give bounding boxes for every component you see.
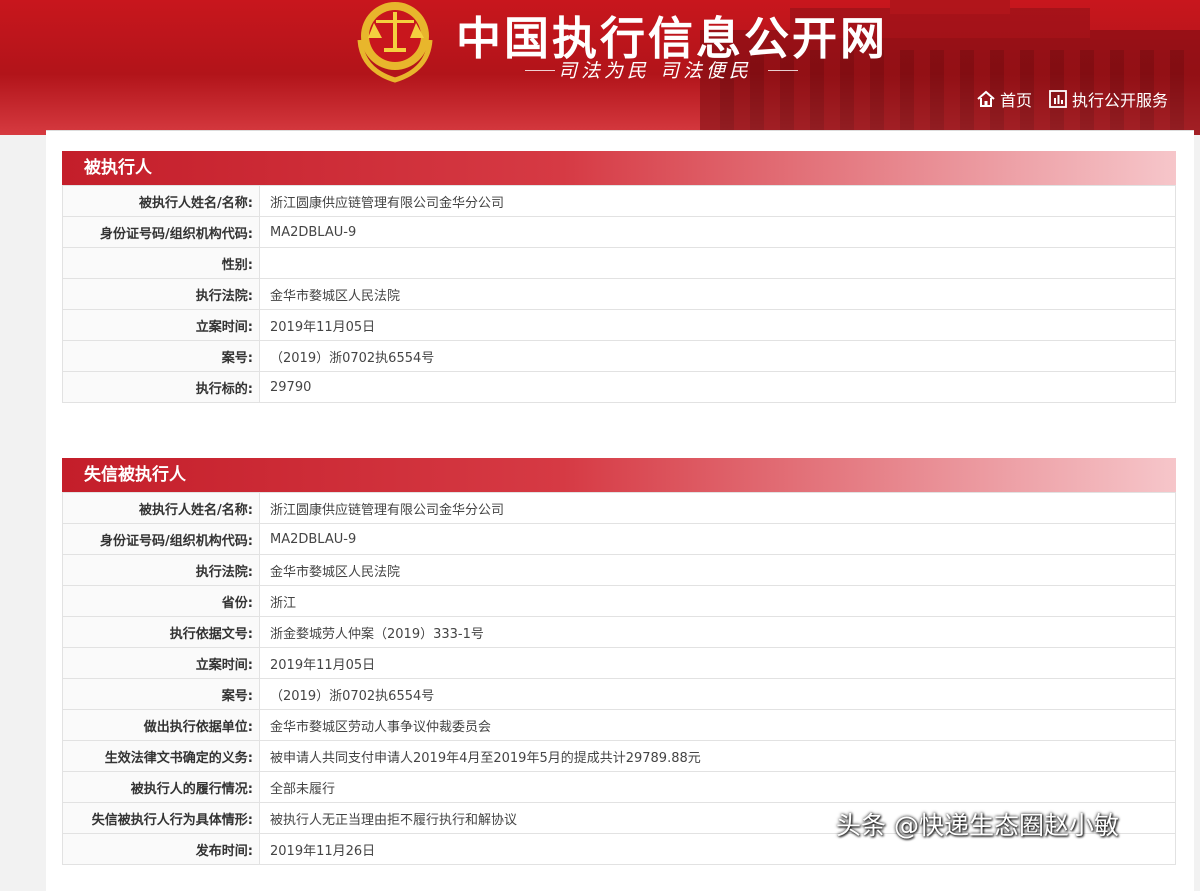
field-value: （2019）浙0702执6554号 — [259, 678, 1176, 710]
nav-execution-service[interactable]: 执行公开服务 — [1048, 87, 1168, 111]
nav-home[interactable]: 首页 — [976, 87, 1032, 111]
field-value: 被申请人共同支付申请人2019年4月至2019年5月的提成共计29789.88元 — [259, 740, 1176, 772]
court-emblem-icon — [357, 2, 433, 83]
field-value: 浙江圆康供应链管理有限公司金华分公司 — [259, 492, 1176, 524]
table-row: 身份证号码/组织机构代码: MA2DBLAU-9 — [62, 216, 1176, 248]
bar-chart-icon — [1049, 90, 1067, 108]
table-row: 执行依据文号: 浙金婺城劳人仲案（2019）333-1号 — [62, 616, 1176, 648]
field-label: 执行法院: — [62, 278, 260, 310]
table-row: 执行法院: 金华市婺城区人民法院 — [62, 278, 1176, 310]
section-title: 失信被执行人 — [62, 458, 1176, 492]
field-label: 立案时间: — [62, 309, 260, 341]
table-row: 性别: — [62, 247, 1176, 279]
main-content: 被执行人 被执行人姓名/名称: 浙江圆康供应链管理有限公司金华分公司 身份证号码/… — [46, 130, 1194, 891]
table-row: 立案时间: 2019年11月05日 — [62, 309, 1176, 341]
field-label: 案号: — [62, 678, 260, 710]
executed-person-table: 被执行人姓名/名称: 浙江圆康供应链管理有限公司金华分公司 身份证号码/组织机构代… — [62, 185, 1176, 403]
section-executed-person: 被执行人 被执行人姓名/名称: 浙江圆康供应链管理有限公司金华分公司 身份证号码/… — [62, 151, 1176, 403]
field-label: 执行标的: — [62, 371, 260, 403]
table-row: 执行标的: 29790 — [62, 371, 1176, 403]
table-row: 执行法院: 金华市婺城区人民法院 — [62, 554, 1176, 586]
field-label: 身份证号码/组织机构代码: — [62, 523, 260, 555]
field-value: 金华市婺城区劳动人事争议仲裁委员会 — [259, 709, 1176, 741]
site-header: 中国执行信息公开网 司法为民 司法便民 首页 执行公开服务 — [0, 0, 1200, 135]
table-row: 立案时间: 2019年11月05日 — [62, 647, 1176, 679]
field-label: 生效法律文书确定的义务: — [62, 740, 260, 772]
field-value: 浙金婺城劳人仲案（2019）333-1号 — [259, 616, 1176, 648]
field-label: 发布时间: — [62, 833, 260, 865]
field-value: 金华市婺城区人民法院 — [259, 554, 1176, 586]
field-value: 29790 — [259, 371, 1176, 403]
field-label: 身份证号码/组织机构代码: — [62, 216, 260, 248]
table-row: 案号: （2019）浙0702执6554号 — [62, 340, 1176, 372]
field-label: 被执行人姓名/名称: — [62, 492, 260, 524]
watermark: 头条 @快递生态圈赵小敏 — [836, 811, 1119, 840]
field-value: 浙江 — [259, 585, 1176, 617]
table-row: 省份: 浙江 — [62, 585, 1176, 617]
slogan-divider-right — [768, 70, 798, 71]
field-value: 2019年11月05日 — [259, 647, 1176, 679]
field-label: 执行依据文号: — [62, 616, 260, 648]
section-dishonest-person: 失信被执行人 被执行人姓名/名称: 浙江圆康供应链管理有限公司金华分公司 身份证号… — [62, 458, 1176, 865]
field-label: 省份: — [62, 585, 260, 617]
table-row: 身份证号码/组织机构代码: MA2DBLAU-9 — [62, 523, 1176, 555]
slogan-divider-left — [525, 70, 555, 71]
field-label: 被执行人的履行情况: — [62, 771, 260, 803]
nav-home-label: 首页 — [999, 91, 1032, 110]
field-value: 2019年11月05日 — [259, 309, 1176, 341]
field-label: 执行法院: — [62, 554, 260, 586]
field-value: MA2DBLAU-9 — [259, 523, 1176, 555]
field-label: 失信被执行人行为具体情形: — [62, 802, 260, 834]
field-label: 立案时间: — [62, 647, 260, 679]
field-value: 浙江圆康供应链管理有限公司金华分公司 — [259, 185, 1176, 217]
table-row: 生效法律文书确定的义务: 被申请人共同支付申请人2019年4月至2019年5月的提… — [62, 740, 1176, 772]
section-title: 被执行人 — [62, 151, 1176, 185]
field-value: （2019）浙0702执6554号 — [259, 340, 1176, 372]
top-nav: 首页 执行公开服务 — [976, 87, 1168, 111]
field-value: 全部未履行 — [259, 771, 1176, 803]
field-value: 金华市婺城区人民法院 — [259, 278, 1176, 310]
table-row: 做出执行依据单位: 金华市婺城区劳动人事争议仲裁委员会 — [62, 709, 1176, 741]
table-row: 被执行人姓名/名称: 浙江圆康供应链管理有限公司金华分公司 — [62, 185, 1176, 217]
field-label: 案号: — [62, 340, 260, 372]
table-row: 被执行人姓名/名称: 浙江圆康供应链管理有限公司金华分公司 — [62, 492, 1176, 524]
field-label: 做出执行依据单位: — [62, 709, 260, 741]
site-slogan: 司法为民 司法便民 — [558, 60, 753, 82]
field-value — [259, 247, 1176, 279]
nav-execution-service-label: 执行公开服务 — [1071, 91, 1168, 110]
table-row: 案号: （2019）浙0702执6554号 — [62, 678, 1176, 710]
home-icon — [977, 90, 995, 107]
table-row: 被执行人的履行情况: 全部未履行 — [62, 771, 1176, 803]
field-label: 性别: — [62, 247, 260, 279]
field-label: 被执行人姓名/名称: — [62, 185, 260, 217]
field-value: MA2DBLAU-9 — [259, 216, 1176, 248]
